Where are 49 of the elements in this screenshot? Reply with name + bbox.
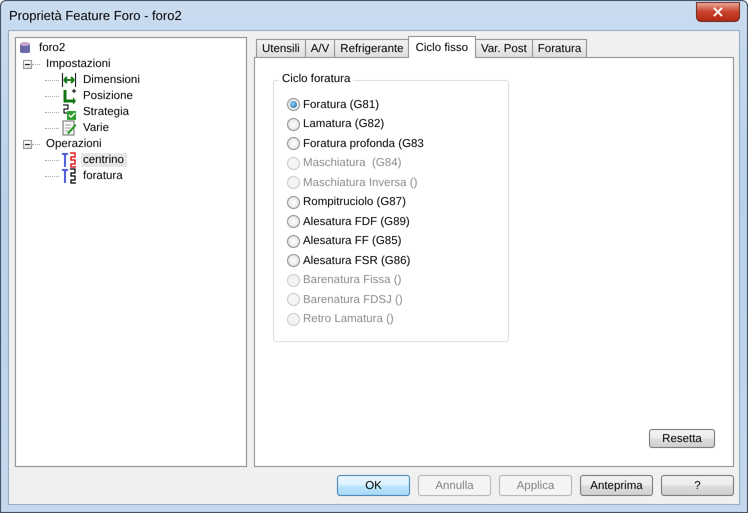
collapse-icon[interactable] — [23, 140, 32, 148]
radio-button[interactable] — [287, 254, 300, 268]
window-title: Proprietà Feature Foro - foro2 — [8, 8, 182, 23]
radio-label: Lamatura (G82) — [303, 118, 384, 130]
radio-label: Alesatura FF (G85) — [303, 235, 402, 248]
group-title: Ciclo foratura — [279, 73, 354, 85]
tab[interactable]: Foratura — [532, 39, 588, 58]
radio-label: Retro Lamatura () — [303, 313, 394, 326]
drill-tool-icon — [61, 152, 77, 168]
tree-item[interactable]: Posizione — [81, 89, 136, 103]
radio-button[interactable] — [287, 234, 300, 248]
radio-label: Alesatura FSR (G86) — [303, 254, 410, 267]
radio-label: Rompitruciolo (G87) — [303, 196, 406, 208]
tree-item[interactable]: Varie — [81, 121, 112, 135]
dialog-button[interactable]: Anteprima — [580, 475, 653, 496]
tab[interactable]: Utensili — [256, 39, 306, 58]
radio-button[interactable] — [287, 98, 300, 112]
tab[interactable]: Var. Post — [474, 39, 533, 58]
radio-button[interactable] — [287, 215, 300, 228]
radio-button[interactable] — [287, 137, 300, 150]
radio-button[interactable] — [287, 196, 300, 209]
tree-item[interactable]: Operazioni — [44, 137, 105, 151]
database-icon — [17, 40, 33, 56]
close-button[interactable]: × — [696, 2, 740, 22]
notepad-pencil-icon — [61, 120, 77, 136]
check-step-icon — [61, 104, 77, 120]
dialog-button[interactable]: ? — [661, 475, 734, 496]
radio-label: Maschiatura Inversa () — [303, 176, 418, 189]
collapse-icon[interactable] — [23, 60, 32, 68]
tree-item[interactable]: Impostazioni — [44, 57, 114, 71]
tree-item[interactable]: Dimensioni — [81, 73, 143, 87]
radio-label: Foratura profonda (G83 — [303, 138, 424, 150]
radio-label: Maschiatura (G84) — [303, 157, 402, 170]
tree-item[interactable]: centrino — [81, 153, 127, 167]
tab[interactable]: Refrigerante — [334, 39, 410, 58]
tree-item[interactable]: Strategia — [81, 105, 132, 119]
tree-item[interactable]: foro2 — [37, 41, 68, 55]
corner-arrow-icon — [61, 88, 77, 104]
tree-item[interactable]: foratura — [81, 169, 126, 183]
radio-button[interactable] — [287, 118, 300, 131]
width-arrow-icon — [61, 72, 77, 88]
dialog-button[interactable]: OK — [337, 475, 410, 496]
radio-label: Barenatura Fissa () — [303, 274, 402, 286]
reset-button[interactable]: Resetta — [649, 429, 715, 448]
radio-label: Foratura (G81) — [303, 98, 380, 111]
radio-label: Alesatura FDF (G89) — [303, 216, 410, 228]
tab[interactable]: Ciclo fisso — [408, 36, 476, 58]
drill-tool-icon — [61, 168, 77, 184]
radio-label: Barenatura FDSJ () — [303, 294, 403, 306]
